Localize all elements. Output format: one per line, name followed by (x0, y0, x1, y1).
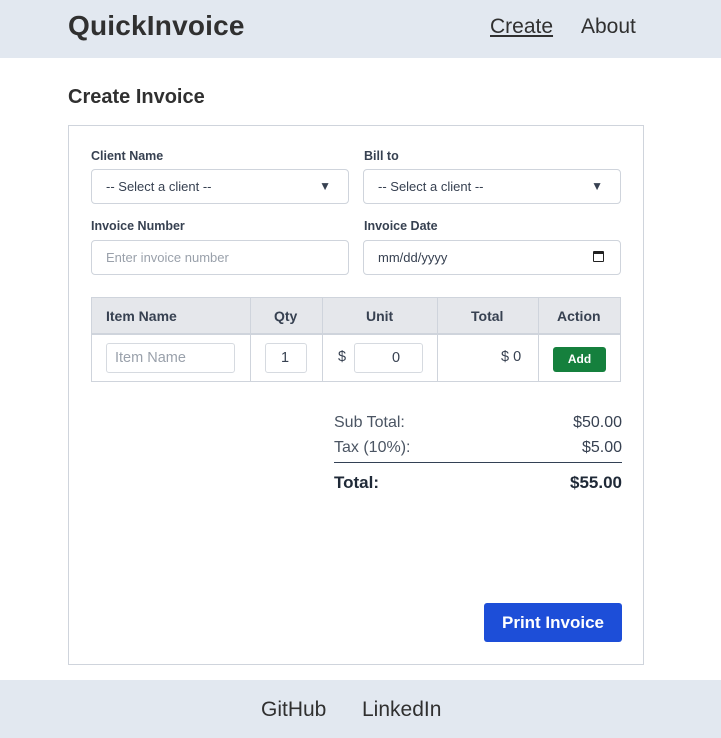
invoice-number-input[interactable]: Enter invoice number (91, 240, 349, 275)
page-title: Create Invoice (68, 86, 205, 108)
item-name-placeholder: Item Name (115, 350, 186, 366)
tax-value: $5.00 (581, 439, 622, 456)
invoice-number-placeholder: Enter invoice number (106, 250, 229, 265)
nav-link-create[interactable]: Create (490, 15, 553, 39)
total-label: Total: (334, 473, 380, 492)
tax-label: Tax (10%): (334, 439, 411, 456)
column-divider (437, 298, 438, 381)
invoice-date-placeholder: mm/dd/yyyy (378, 250, 448, 265)
footer-link-linkedin[interactable]: LinkedIn (362, 698, 441, 722)
unit-price-input[interactable]: 0 (354, 343, 423, 373)
add-item-button[interactable]: Add (553, 347, 606, 372)
column-header-item-name: Item Name (106, 308, 177, 324)
invoice-date-label: Invoice Date (364, 219, 438, 233)
bill-to-label: Bill to (364, 149, 399, 163)
items-table: Item Name Qty Unit Total Action Item Nam… (91, 297, 621, 382)
bill-to-select[interactable]: -- Select a client -- ▼ (363, 169, 621, 204)
subtotal-label: Sub Total: (334, 414, 405, 431)
summary-divider (334, 462, 622, 463)
column-divider (322, 298, 323, 381)
item-name-input[interactable]: Item Name (106, 343, 235, 373)
subtotal-row: Sub Total: $50.00 (334, 414, 622, 432)
column-divider (538, 298, 539, 381)
dropdown-arrow-icon: ▼ (319, 179, 331, 193)
column-header-total: Total (471, 308, 504, 324)
column-header-action: Action (557, 308, 601, 324)
top-nav-bar: QuickInvoice Create About (0, 0, 721, 58)
client-name-value: -- Select a client -- (106, 179, 212, 194)
tax-row: Tax (10%): $5.00 (334, 439, 622, 457)
column-header-unit: Unit (366, 308, 394, 324)
qty-input[interactable]: 1 (265, 343, 307, 373)
invoice-number-label: Invoice Number (91, 219, 185, 233)
bill-to-value: -- Select a client -- (378, 179, 484, 194)
client-name-select[interactable]: -- Select a client -- ▼ (91, 169, 349, 204)
invoice-date-input[interactable]: mm/dd/yyyy (363, 240, 621, 275)
unit-price-value: 0 (392, 350, 401, 366)
total-value: $55.00 (570, 473, 622, 492)
invoice-form-card: Client Name -- Select a client -- ▼ Bill… (68, 125, 644, 665)
footer: GitHub LinkedIn (0, 680, 721, 738)
total-row: Total: $55.00 (334, 473, 622, 493)
row-total-value: $ 0 (501, 349, 522, 365)
unit-currency-symbol: $ (338, 349, 347, 365)
client-name-label: Client Name (91, 149, 164, 163)
qty-value: 1 (281, 350, 290, 366)
dropdown-arrow-icon: ▼ (591, 179, 603, 193)
nav-link-about[interactable]: About (581, 15, 636, 39)
brand-logo-text[interactable]: QuickInvoice (68, 10, 245, 42)
column-header-qty: Qty (274, 308, 298, 324)
subtotal-value: $50.00 (573, 414, 622, 431)
column-divider (250, 298, 251, 381)
print-invoice-button[interactable]: Print Invoice (484, 603, 622, 642)
items-table-header: Item Name Qty Unit Total Action (92, 298, 620, 335)
calendar-icon[interactable] (593, 251, 604, 262)
footer-link-github[interactable]: GitHub (261, 698, 326, 722)
